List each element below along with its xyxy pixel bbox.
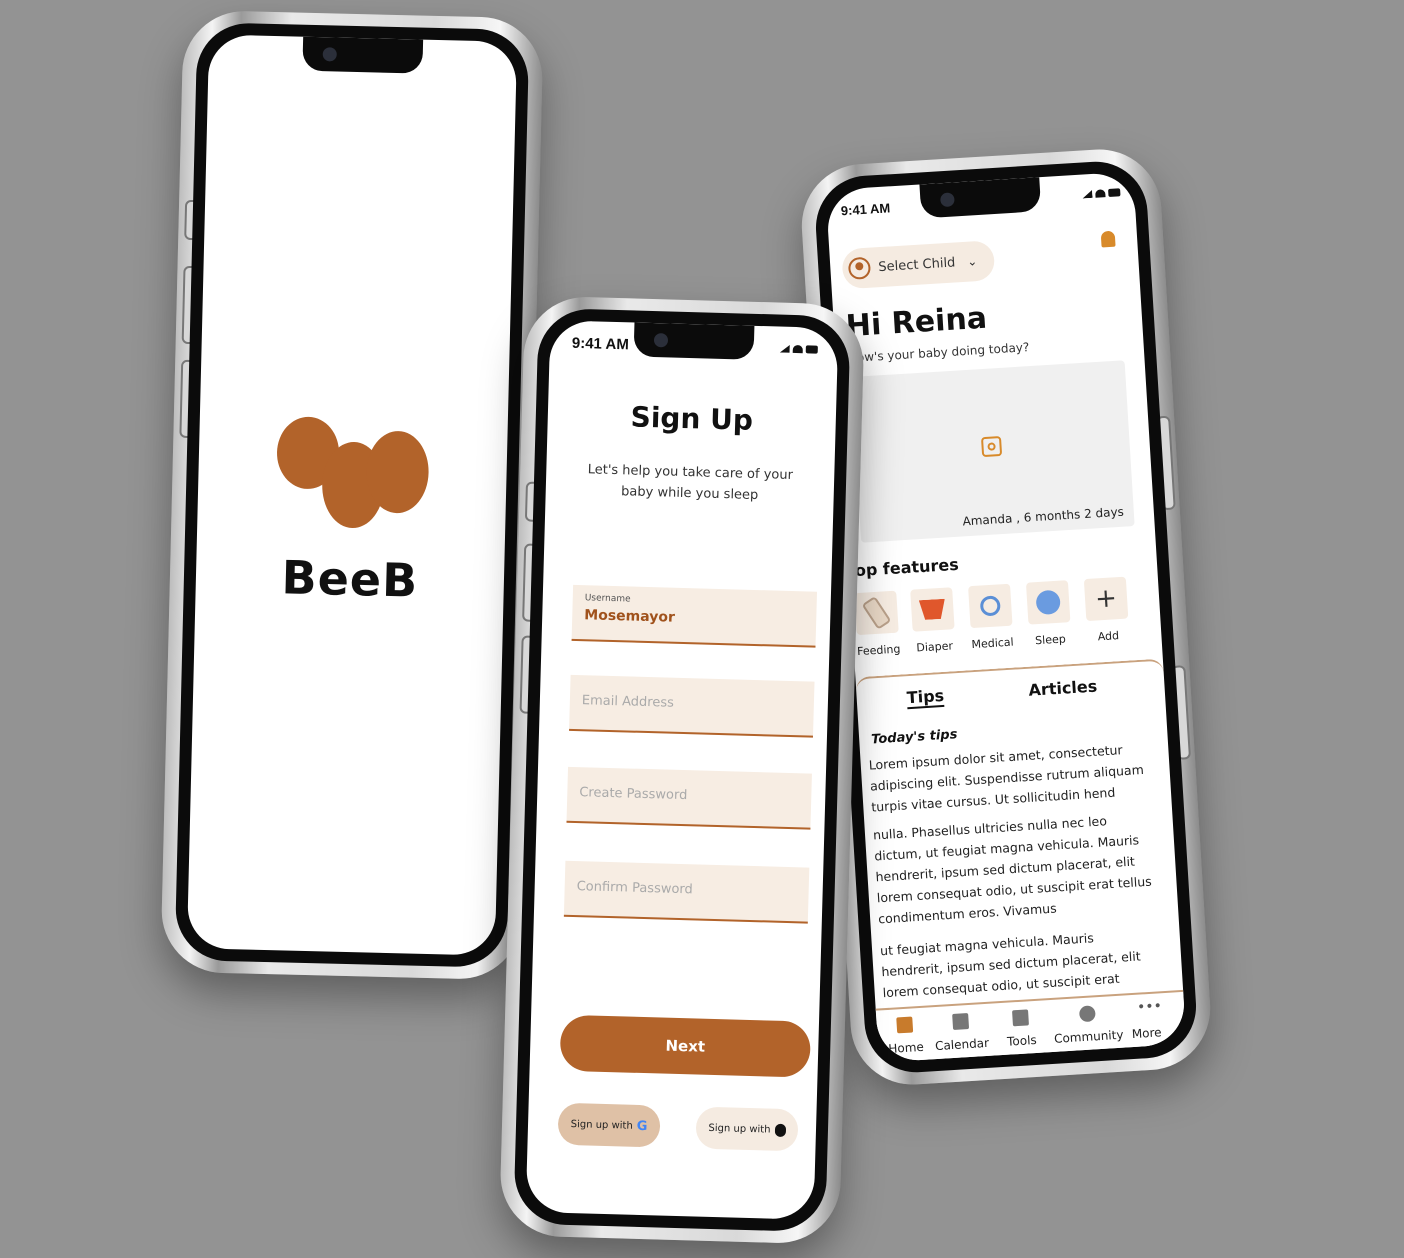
tip-paragraph: ut feugiat magna vehicula. Mauris hendre…	[879, 930, 1142, 1001]
bell-icon[interactable]	[1100, 230, 1116, 248]
tab-articles[interactable]: Articles	[1028, 677, 1098, 700]
password-placeholder: Create Password	[579, 785, 688, 804]
status-time: 9:41 AM	[840, 200, 891, 219]
add-photo-icon[interactable]	[980, 435, 1003, 458]
confirm-password-field[interactable]: Confirm Password	[563, 860, 810, 924]
phone-bezel: BeeB	[174, 22, 530, 968]
select-child-dropdown[interactable]: Select Child ⌄	[841, 240, 996, 290]
status-icons	[780, 345, 818, 354]
chevron-down-icon: ⌄	[966, 254, 978, 269]
feature-diaper[interactable]: Diaper	[908, 587, 958, 655]
nav-label: Tools	[1006, 1032, 1038, 1049]
username-value: Mosemayor	[584, 607, 676, 626]
phone-signup: 9:41 AM Sign Up Let's help you take care…	[498, 295, 866, 1245]
nav-label: Home	[888, 1039, 925, 1056]
google-signup-label: Sign up with	[570, 1118, 633, 1132]
more-dots-icon: •••	[1136, 998, 1163, 1016]
feature-medical[interactable]: Medical	[966, 583, 1016, 652]
battery-icon	[1108, 188, 1121, 197]
nav-tools[interactable]: Tools	[992, 1008, 1050, 1049]
user-icon	[847, 256, 872, 280]
feature-label: Feeding	[856, 642, 901, 659]
status-icons	[1082, 188, 1121, 199]
page-title: Sign Up	[630, 400, 754, 437]
moon-icon	[1025, 580, 1071, 625]
top-features-title: op features	[854, 554, 960, 581]
bottle-icon	[854, 590, 899, 636]
tip-paragraph: Lorem ipsum dolor sit amet, consectetur …	[868, 742, 1145, 815]
wifi-icon	[1095, 189, 1106, 198]
battery-icon	[805, 345, 818, 354]
signal-icon	[1082, 190, 1092, 199]
nav-more[interactable]: ••• More	[1122, 998, 1170, 1042]
apple-signup-label: Sign up with	[708, 1122, 771, 1136]
feature-feeding[interactable]: Feeding	[852, 590, 902, 659]
confirm-password-placeholder: Confirm Password	[576, 879, 693, 898]
logo-blob-right	[365, 430, 430, 514]
phone-bezel: 9:41 AM Select Child ⌄ Hi Reina How's yo…	[812, 158, 1200, 1076]
email-placeholder: Email Address	[581, 693, 675, 711]
nav-community[interactable]: Community	[1052, 1004, 1124, 1046]
home-icon	[896, 1016, 914, 1034]
apple-icon	[774, 1123, 786, 1137]
feature-sleep[interactable]: Sleep	[1024, 580, 1074, 648]
camera-icon	[940, 192, 955, 208]
username-field[interactable]: Username Mosemayor	[571, 584, 818, 648]
google-icon: G	[636, 1118, 648, 1134]
select-child-label: Select Child	[877, 254, 956, 275]
chat-icon	[1078, 1005, 1096, 1023]
feature-label: Medical	[971, 635, 1015, 652]
google-signup-button[interactable]: Sign up with G	[557, 1102, 661, 1148]
username-label: Username	[584, 593, 631, 605]
feature-label: Add	[1097, 629, 1120, 644]
status-time: 9:41 AM	[571, 334, 630, 354]
feature-label: Sleep	[1034, 632, 1067, 648]
greeting-title: Hi Reina	[844, 300, 988, 345]
nav-calendar[interactable]: Calendar	[932, 1012, 990, 1053]
todays-tips-heading: Today's tips	[870, 727, 958, 748]
page-subtitle: Let's help you take care of your baby wh…	[587, 462, 794, 504]
tip-paragraph: nulla. Phasellus ultricies nulla nec leo…	[872, 813, 1153, 927]
toolbox-icon	[1012, 1009, 1029, 1027]
home-screen: 9:41 AM Select Child ⌄ Hi Reina How's yo…	[825, 171, 1187, 1063]
feature-label: Diaper	[916, 639, 954, 655]
next-button[interactable]: Next	[559, 1014, 812, 1078]
nav-label: Calendar	[934, 1035, 990, 1054]
nav-home[interactable]: Home	[876, 1015, 934, 1056]
baby-info: Amanda , 6 months 2 days	[962, 504, 1125, 529]
diaper-icon	[910, 587, 955, 632]
notch	[633, 322, 755, 360]
greeting-subtitle: How's your baby doing today?	[847, 340, 1030, 366]
phone-splash: BeeB	[160, 9, 544, 981]
phone-bezel: 9:41 AM Sign Up Let's help you take care…	[513, 307, 851, 1233]
tabs-divider	[855, 658, 1164, 694]
wifi-icon	[792, 344, 803, 354]
splash-screen: BeeB	[186, 34, 518, 956]
nav-label: Community	[1053, 1027, 1124, 1046]
camera-icon	[322, 47, 337, 62]
brand-name: BeeB	[281, 550, 419, 608]
nav-label: More	[1131, 1025, 1162, 1042]
calendar-icon	[952, 1013, 970, 1030]
notch	[302, 36, 424, 74]
beeb-logo	[275, 416, 438, 540]
signal-icon	[780, 345, 790, 353]
tab-tips[interactable]: Tips	[906, 685, 945, 710]
baby-photo-card[interactable]: Amanda , 6 months 2 days	[851, 360, 1135, 543]
notch	[919, 177, 1042, 219]
password-field[interactable]: Create Password	[566, 766, 812, 830]
email-field[interactable]: Email Address	[569, 674, 815, 738]
phone-home: 9:41 AM Select Child ⌄ Hi Reina How's yo…	[798, 145, 1214, 1089]
camera-icon	[653, 333, 669, 348]
apple-signup-button[interactable]: Sign up with	[695, 1106, 799, 1152]
stethoscope-icon	[968, 583, 1013, 629]
feature-add[interactable]: + Add	[1082, 576, 1132, 644]
signup-screen: 9:41 AM Sign Up Let's help you take care…	[525, 320, 839, 1220]
plus-icon: +	[1083, 576, 1129, 622]
